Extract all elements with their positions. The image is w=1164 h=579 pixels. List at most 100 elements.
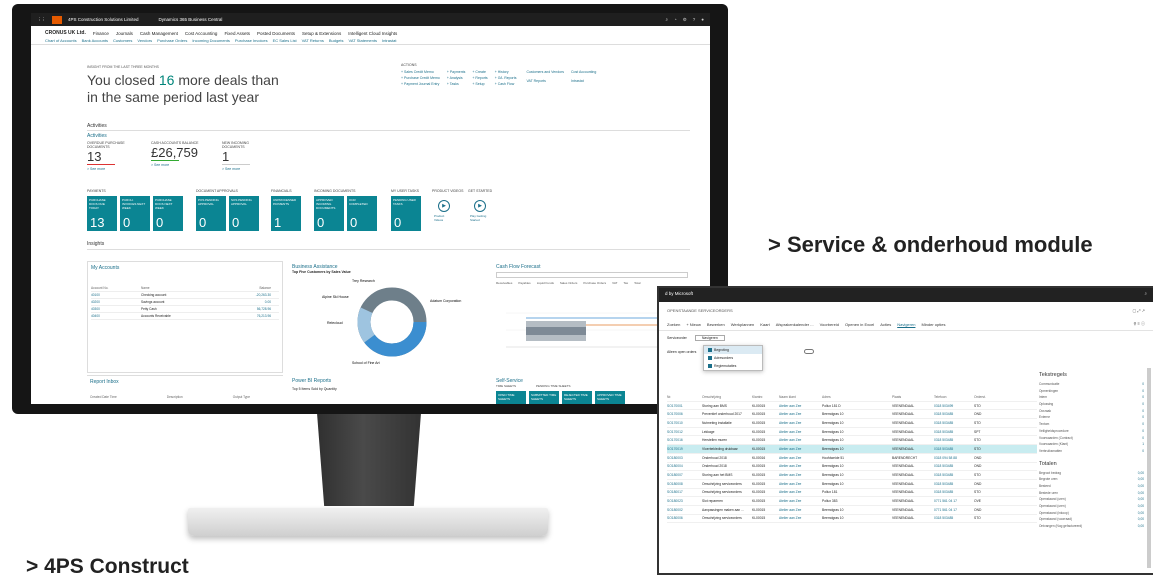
account-balance[interactable]: -20,263.30 (231, 293, 271, 297)
menu-item[interactable]: Posted Documents (257, 31, 295, 36)
action-link[interactable]: + History (495, 70, 517, 74)
table-cell[interactable]: 0318 094 58 88 (934, 456, 974, 460)
table-cell[interactable]: SO170016 (667, 438, 702, 442)
table-cell[interactable]: Atelier aan Zee (779, 490, 822, 494)
bell-icon[interactable]: ◔ (674, 17, 677, 23)
subnav-link[interactable]: EC Sales List (273, 38, 297, 43)
table-cell[interactable]: 0318 503485 (934, 421, 974, 425)
column-header[interactable]: Klantnr. (752, 395, 779, 399)
action-link[interactable]: + Sales Credit Memo (401, 70, 440, 74)
table-cell[interactable]: Atelier aan Zee (779, 473, 822, 477)
scrollbar[interactable] (1147, 368, 1151, 568)
table-cell[interactable]: 0318 503485 (934, 438, 974, 442)
report-inbox-title[interactable]: Report Inbox (90, 379, 280, 385)
table-row[interactable]: SO170012 Lekkage KL00015 Atelier aan Zee Bee… (667, 428, 1037, 437)
table-cell[interactable]: Atelier aan Zee (779, 499, 822, 503)
table-cell[interactable]: 0771 561 04 17 (934, 508, 974, 512)
tile[interactable]: PURCHASE DOCS DUE TODAY 13 (87, 196, 117, 231)
forecast-select[interactable] (496, 272, 688, 278)
table-row[interactable]: SO170006 Preventief onderhoud 2017 KL00015… (667, 410, 1037, 420)
factbox-value[interactable]: 0,00 (1138, 497, 1144, 504)
table-row[interactable]: SO180006 Omschrijving serviceorders KL0001… (667, 515, 1037, 524)
subnav-link[interactable]: Budgets (329, 38, 344, 43)
menu-item[interactable]: Fixed Assets (224, 31, 250, 36)
help-icon[interactable]: ? (693, 17, 696, 23)
toolbar-item[interactable]: Werkplannen (731, 322, 755, 327)
subnav-link[interactable]: Intrastat (382, 38, 396, 43)
tile[interactable]: POS PENDING APPROVAL 0 (196, 196, 226, 231)
action-link[interactable]: Customers and Vendors (526, 70, 564, 77)
menu-item[interactable]: Cash Management (140, 31, 178, 36)
factbox-value[interactable]: 0,00 (1138, 477, 1144, 484)
account-no[interactable]: 40400 (91, 314, 141, 318)
table-cell[interactable]: Atelier aan Zee (779, 464, 822, 468)
action-link[interactable]: + Purchase Credit Memo (401, 76, 440, 80)
menu-item[interactable]: Setup & Extensions (302, 31, 341, 36)
table-cell[interactable]: 0318 503485 (934, 464, 974, 468)
table-cell[interactable]: Atelier aan Zee (779, 421, 822, 425)
action-link[interactable]: + Payment Journal Entry (401, 82, 440, 86)
table-row[interactable]: 40300 Petty Cash 56,728.96 (91, 306, 279, 313)
table-cell[interactable]: SO180004 (667, 464, 702, 468)
tile[interactable]: APPROVED INCOMING DOCUMENTS 0 (314, 196, 344, 231)
waffle-icon[interactable]: ⋮⋮ (37, 17, 46, 23)
table-cell[interactable]: SO170001 (667, 404, 702, 408)
factbox-value[interactable]: 0 (1142, 409, 1144, 416)
toolbar-item[interactable]: Openen in Excel (845, 322, 874, 327)
table-cell[interactable]: SO170010 (667, 421, 702, 425)
factbox-value[interactable]: 1 (1142, 442, 1144, 449)
factbox-value[interactable]: 0 (1142, 389, 1144, 396)
table-cell[interactable]: 0318 503485 (934, 482, 974, 486)
account-no[interactable]: 40100 (91, 293, 141, 297)
action-link[interactable]: + G/L Reports (495, 76, 517, 80)
cue-incoming-docs[interactable]: NEW INCOMING DOCUMENTS 1 > See more (222, 141, 267, 171)
tile[interactable]: SOS PENDING APPROVAL 0 (229, 196, 259, 231)
filter-dropdown[interactable]: Navigeren (694, 335, 725, 341)
my-accounts-title[interactable]: My Accounts (91, 265, 279, 271)
factbox-value[interactable]: 0,00 (1138, 517, 1144, 524)
factbox-value[interactable]: 0 (1142, 422, 1144, 429)
toolbar-item[interactable]: Minder opties (921, 322, 945, 327)
action-link[interactable]: + Setup (472, 82, 487, 86)
menu-item[interactable]: Journals (116, 31, 133, 36)
factbox-value[interactable]: 0 (1142, 449, 1144, 456)
cue-overdue-purchase[interactable]: OVERDUE PURCHASE DOCUMENTS 13 > See more (87, 141, 132, 171)
table-cell[interactable]: 0318 503485 (934, 516, 974, 520)
factbox-value[interactable]: 0 (1142, 402, 1144, 409)
factbox-value[interactable]: 0,00 (1138, 524, 1144, 531)
action-link[interactable]: + Reports (472, 76, 487, 80)
factbox-value[interactable]: 0 (1142, 436, 1144, 443)
filter-icon[interactable]: ⚲ ≡ ⓘ (1134, 321, 1146, 327)
table-row[interactable]: SO170010 Nutmeting installatie KL00015 Atel… (667, 419, 1037, 428)
search-icon[interactable]: ⌕ (1144, 291, 1147, 299)
column-header[interactable]: Telefoon (934, 395, 974, 399)
table-row[interactable]: SO180023 Slot repareren KL00015 Atelier aan… (667, 497, 1037, 506)
action-link[interactable]: + Create (472, 70, 487, 74)
subnav-link[interactable]: Vendors (137, 38, 152, 43)
subnav-link[interactable]: Bank Accounts (82, 38, 108, 43)
table-cell[interactable]: Atelier aan Zee (779, 516, 822, 520)
table-cell[interactable]: SO180017 (667, 490, 702, 494)
factbox-value[interactable]: 0 (1142, 415, 1144, 422)
dropdown-item[interactable]: Adresorders (704, 354, 762, 362)
menu-item[interactable]: Finance (93, 31, 109, 36)
search-icon[interactable]: ⌕ (665, 17, 668, 23)
table-cell[interactable]: Atelier aan Zee (779, 404, 822, 408)
table-cell[interactable]: SO180002 (667, 508, 702, 512)
factbox-value[interactable]: 0,00 (1138, 491, 1144, 498)
action-link[interactable]: + Tasks (447, 82, 466, 86)
tile[interactable]: UNPROCESSED PAYMENTS 1 (271, 196, 301, 231)
column-header[interactable]: Orderst. (974, 395, 994, 399)
subnav-link[interactable]: Chart of Accounts (45, 38, 77, 43)
dropdown-item[interactable]: Begroting (704, 346, 762, 354)
toolbar-item[interactable]: Voorbereid (820, 322, 839, 327)
subnav-link[interactable]: Customers (113, 38, 132, 43)
factbox-value[interactable]: 0,00 (1138, 511, 1144, 518)
filter-label[interactable]: Serviceorder (667, 336, 687, 340)
table-cell[interactable]: SO170012 (667, 430, 702, 434)
toolbar-item[interactable]: Zoeken (667, 322, 680, 327)
tile[interactable]: REJECTED TIME SHEETS0 (562, 391, 592, 404)
tile[interactable]: PURCHASE DOCS NEXT WEEK 0 (153, 196, 183, 231)
cash-flow-title[interactable]: Cash Flow Forecast (496, 264, 688, 270)
cue-link[interactable]: > See more (151, 163, 206, 167)
